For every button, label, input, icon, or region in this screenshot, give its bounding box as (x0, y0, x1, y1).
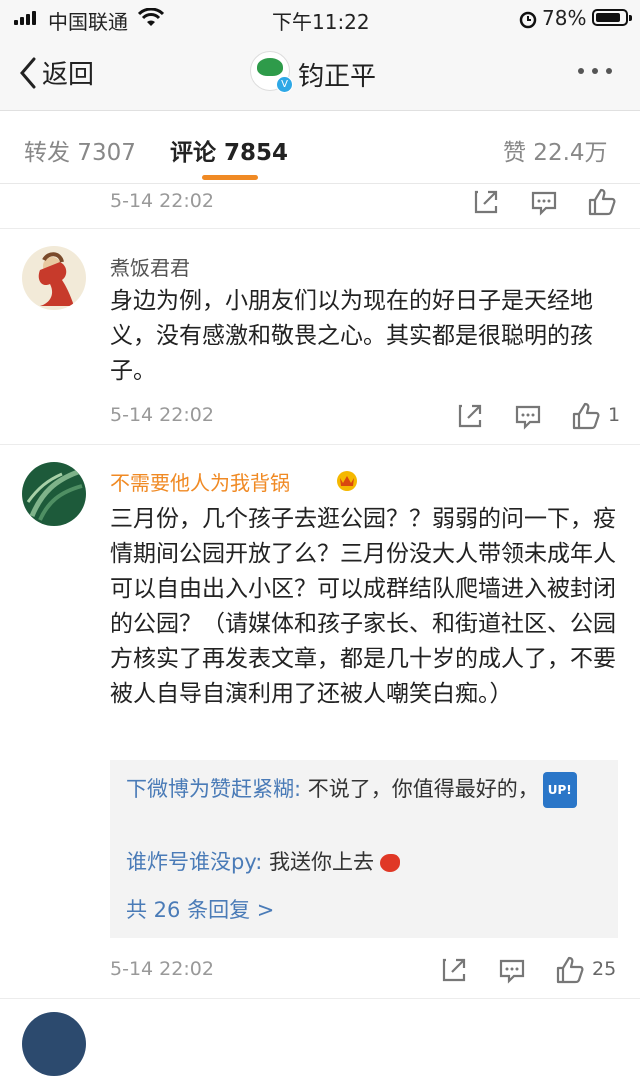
thumbs-up-icon (588, 188, 616, 216)
tab-comments[interactable]: 评论 7854 (170, 133, 288, 167)
divider (0, 228, 640, 229)
comment-username-text: 不需要他人为我背锅 (110, 471, 290, 495)
up-emoji-icon: UP! (542, 772, 577, 808)
comment-time: 5-14 22:02 (110, 958, 214, 980)
comment-meta-row: 5-14 22:02 (0, 182, 640, 222)
angry-bird-emoji-icon (380, 854, 400, 872)
comment-time: 5-14 22:02 (110, 190, 214, 212)
thumbs-up-icon (572, 402, 600, 430)
reply-username[interactable]: 下微博为赞赶紧糊: (126, 777, 301, 801)
account-logo (257, 58, 283, 76)
like-button[interactable] (586, 186, 618, 218)
like-button[interactable] (570, 400, 602, 432)
share-button[interactable] (470, 186, 502, 218)
back-button[interactable]: 返回 (18, 54, 94, 91)
reply-button[interactable] (512, 400, 544, 432)
comment-time: 5-14 22:02 (110, 404, 214, 426)
chevron-left-icon (20, 57, 36, 88)
comment-username[interactable]: 不需要他人为我背锅 (110, 467, 290, 496)
share-button[interactable] (454, 400, 486, 432)
comment-username[interactable]: 煮饭君君 (110, 252, 190, 281)
more-replies-link[interactable]: 共 26 条回复 > (126, 894, 274, 924)
carrier-name: 中国联通 (48, 10, 128, 34)
thumbs-up-icon (556, 956, 584, 984)
wifi-icon (137, 7, 165, 32)
comment-icon (499, 959, 525, 984)
share-button[interactable] (438, 954, 470, 986)
battery-percent: 78% (542, 6, 587, 30)
comment-text: 三月份，几个孩子去逛公园？？弱弱的问一下，疫情期间公园开放了么？三月份没大人带领… (110, 506, 616, 707)
battery-icon (592, 9, 632, 26)
reply-button[interactable] (496, 954, 528, 986)
reply-item: 谁炸号谁没py: 我送你上去 (126, 846, 596, 878)
reply-item: 下微博为赞赶紧糊: 不说了，你值得最好的， UP! (126, 772, 596, 808)
like-count: 25 (592, 958, 617, 980)
avatar[interactable] (22, 1012, 86, 1076)
share-icon (442, 958, 466, 982)
verified-icon: V (276, 76, 293, 93)
account-avatar[interactable]: V (250, 51, 293, 93)
comment-text: 身边为例，小朋友们以为现在的好日子是天经地义，没有感激和敬畏之心。其实都是很聪明… (110, 288, 593, 384)
more-button[interactable] (578, 68, 612, 74)
status-bar: 中国联通 下午11:22 78% (0, 0, 640, 36)
reply-text: 不说了，你值得最好的， (301, 777, 539, 801)
reply-text: 我送你上去 (262, 850, 374, 874)
clock: 下午11:22 (272, 10, 370, 34)
active-tab-indicator (202, 175, 258, 180)
tab-reposts[interactable]: 转发 7307 (24, 133, 136, 167)
reply-username[interactable]: 谁炸号谁没py: (126, 850, 262, 874)
comment-icon (515, 405, 541, 430)
alarm-icon (518, 9, 538, 33)
comment-icon (531, 191, 557, 216)
like-count: 1 (608, 404, 621, 426)
reply-button[interactable] (528, 186, 560, 218)
more-dots-icon (578, 68, 584, 74)
avatar[interactable] (22, 462, 86, 526)
comment-meta-row: 5-14 22:02 1 (0, 396, 640, 436)
nav-bar: 返回 V 钧正平 (0, 36, 640, 111)
reply-box[interactable]: 下微博为赞赶紧糊: 不说了，你值得最好的， UP! 谁炸号谁没py: 我送你上去 … (110, 760, 618, 938)
share-icon (458, 404, 482, 428)
tab-likes[interactable]: 赞 22.4万 (503, 133, 608, 167)
divider (0, 998, 640, 999)
avatar[interactable] (22, 246, 86, 310)
page-title[interactable]: 钧正平 (298, 56, 376, 93)
signal-icon (14, 11, 38, 25)
tab-bar: 转发 7307 评论 7854 赞 22.4万 (0, 111, 640, 184)
share-icon (474, 190, 498, 214)
comment-meta-row: 5-14 22:02 25 (0, 950, 640, 990)
vip-crown-icon (334, 468, 360, 496)
divider (0, 444, 640, 445)
back-label: 返回 (42, 60, 95, 90)
like-button[interactable] (554, 954, 586, 986)
